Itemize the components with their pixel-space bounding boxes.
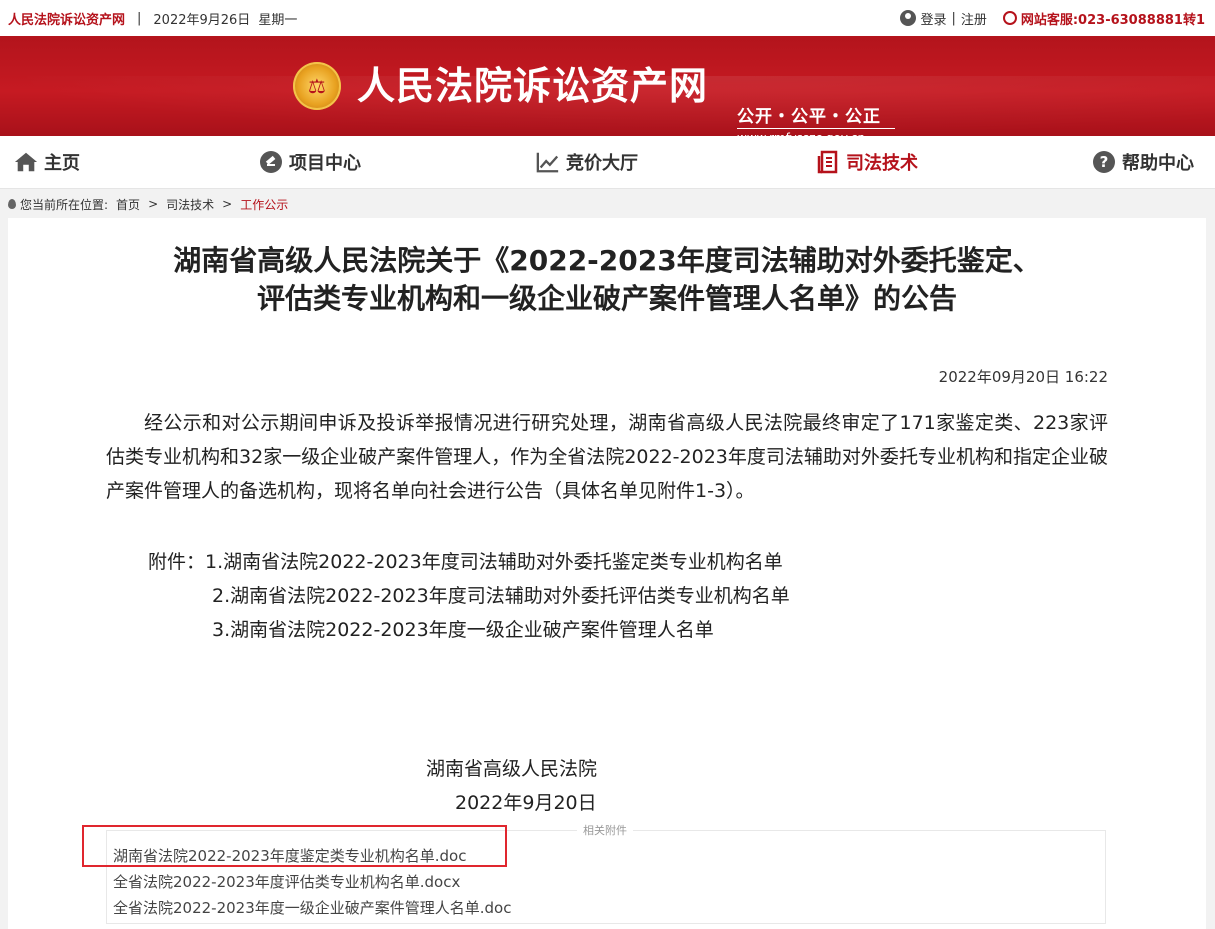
attachment-item: 2.湖南省法院2022-2023年度司法辅助对外委托评估类专业机构名单 xyxy=(212,585,790,607)
nav-item-label: 竞价大厅 xyxy=(566,153,638,174)
signature-org: 湖南省高级人民法院 xyxy=(426,758,598,780)
hotline-text: 网站客服:023-63088881转1 xyxy=(1020,12,1205,28)
phone-icon xyxy=(1002,11,1017,25)
nav-item-bidding-hall[interactable]: 竞价大厅 xyxy=(536,136,638,188)
nav-item-judicial-tech[interactable]: 司法技术 xyxy=(816,136,918,188)
nav-item-home[interactable]: 主页 xyxy=(14,136,80,188)
attachment-item: 3.湖南省法院2022-2023年度一级企业破产案件管理人名单 xyxy=(212,619,714,641)
related-attachments-legend: 相关附件 xyxy=(577,822,633,838)
banner-url: www.rmfysszc.gov.cn xyxy=(737,128,895,136)
breadcrumb-home[interactable]: 首页 xyxy=(116,196,140,213)
breadcrumb-prefix: 您当前所在位置: xyxy=(20,197,109,212)
nav-item-help-center[interactable]: ? 帮助中心 xyxy=(1092,136,1194,188)
article-title-line2: 评估类专业机构和一级企业破产案件管理人名单》的公告 xyxy=(256,282,957,315)
document-icon xyxy=(816,150,840,174)
home-icon xyxy=(14,150,38,174)
attachment-item: 1.湖南省法院2022-2023年度司法辅助对外委托鉴定类专业机构名单 xyxy=(205,551,783,573)
nav-item-label: 项目中心 xyxy=(289,153,361,174)
publish-time: 2022年09月20日 16:22 xyxy=(938,368,1108,386)
current-date: 2022年9月26日 xyxy=(153,12,251,28)
highlight-box xyxy=(82,825,507,867)
breadcrumb: 您当前所在位置: 首页 > 司法技术 > 工作公示 xyxy=(0,189,1215,219)
banner-slogan: 公开・公平・公正 xyxy=(737,107,881,127)
register-link[interactable]: 注册 xyxy=(961,9,987,28)
user-icon xyxy=(900,10,917,26)
court-emblem-logo[interactable]: ⚖ xyxy=(293,62,341,110)
attachment-file-link[interactable]: 全省法院2022-2023年度评估类专业机构名单.docx xyxy=(113,871,460,892)
site-banner: ⚖ 人民法院诉讼资产网 公开・公平・公正 www.rmfysszc.gov.cn xyxy=(0,36,1215,136)
top-bar: 人民法院诉讼资产网 | 2022年9月26日 星期一 登录 | 注册 网站客服:… xyxy=(0,0,1215,36)
nav-item-label: 主页 xyxy=(44,153,80,174)
login-link[interactable]: 登录 xyxy=(920,9,946,28)
weekday: 星期一 xyxy=(258,12,298,28)
nav-item-label: 帮助中心 xyxy=(1122,153,1194,174)
breadcrumb-separator: > xyxy=(222,197,233,211)
nav-item-label: 司法技术 xyxy=(846,153,918,174)
svg-text:?: ? xyxy=(1100,153,1109,171)
article-title: 湖南省高级人民法院关于《2022-2023年度司法辅助对外委托鉴定、 评估类专业… xyxy=(8,242,1206,318)
top-bar-right: 登录 | 注册 网站客服:023-63088881转1 xyxy=(900,0,1205,36)
article-title-line1: 湖南省高级人民法院关于《2022-2023年度司法辅助对外委托鉴定、 xyxy=(173,244,1041,277)
trend-chart-icon xyxy=(536,150,560,174)
article-container: 湖南省高级人民法院关于《2022-2023年度司法辅助对外委托鉴定、 评估类专业… xyxy=(8,218,1206,929)
attachments-label: 附件： xyxy=(148,551,206,573)
separator: | xyxy=(137,10,142,26)
login-register-divider: | xyxy=(951,10,956,26)
site-name-link[interactable]: 人民法院诉讼资产网 xyxy=(8,9,125,28)
breadcrumb-judicial-tech[interactable]: 司法技术 xyxy=(166,196,214,213)
signature-date: 2022年9月20日 xyxy=(455,792,597,814)
attachment-line-1: 附件：1.湖南省法院2022-2023年度司法辅助对外委托鉴定类专业机构名单 xyxy=(148,545,783,579)
attachment-file-link[interactable]: 全省法院2022-2023年度一级企业破产案件管理人名单.doc xyxy=(113,897,511,918)
location-pin-icon xyxy=(8,199,16,209)
article-body: 经公示和对公示期间申诉及投诉举报情况进行研究处理，湖南省高级人民法院最终审定了1… xyxy=(106,412,1108,502)
gavel-icon xyxy=(259,150,283,174)
breadcrumb-current[interactable]: 工作公示 xyxy=(240,196,288,213)
main-nav: 主页 项目中心 竞价大厅 司法技术 ? 帮助中心 xyxy=(0,136,1215,189)
banner-title: 人民法院诉讼资产网 xyxy=(357,64,709,108)
breadcrumb-separator: > xyxy=(148,197,159,211)
help-icon: ? xyxy=(1092,150,1116,174)
nav-item-project-center[interactable]: 项目中心 xyxy=(259,136,361,188)
